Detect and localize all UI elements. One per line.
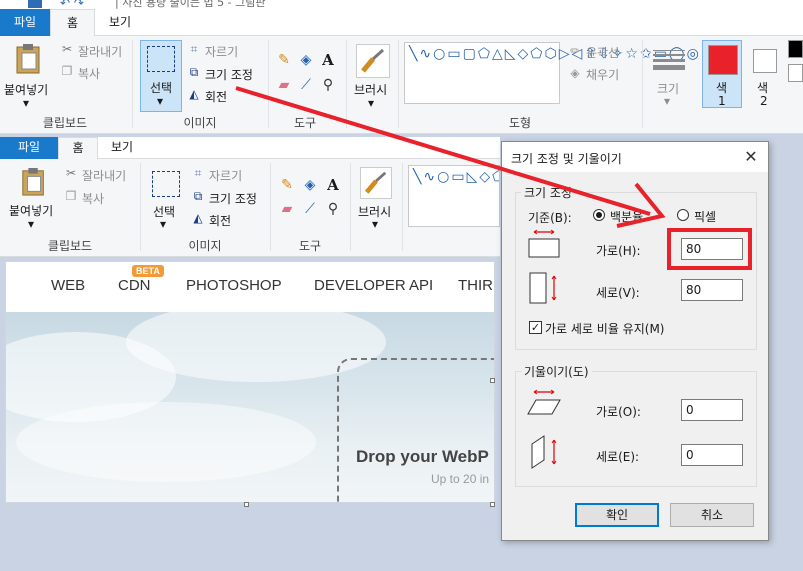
annotation-arrow bbox=[235, 86, 666, 228]
